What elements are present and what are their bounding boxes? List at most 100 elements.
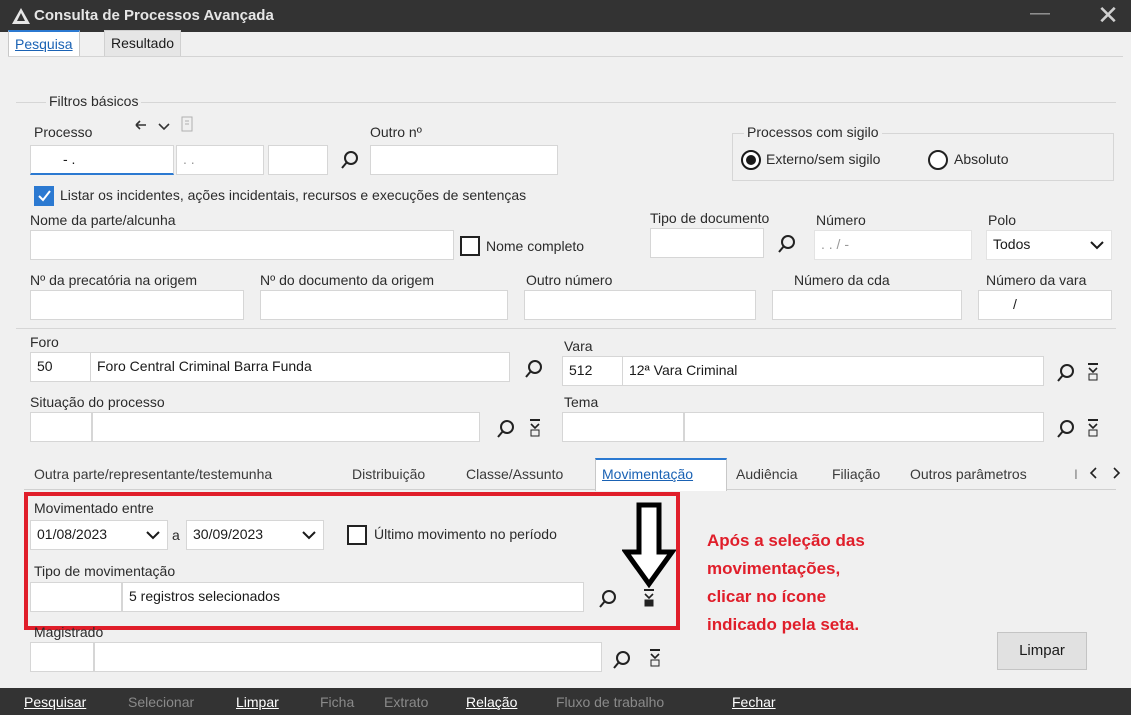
window-title: Consulta de Processos Avançada bbox=[34, 7, 274, 24]
situacao-name-input[interactable] bbox=[92, 412, 480, 442]
situacao-label: Situação do processo bbox=[30, 394, 165, 410]
listar-incidentes-label: Listar os incidentes, ações incidentais,… bbox=[60, 187, 527, 203]
outro-n-input[interactable] bbox=[370, 145, 558, 175]
minimize-icon[interactable]: — bbox=[1028, 3, 1052, 26]
numero-vara-value: / bbox=[1013, 296, 1017, 312]
menu-relacao[interactable]: Relação bbox=[466, 694, 517, 710]
listar-incidentes-checkbox[interactable] bbox=[34, 186, 54, 206]
radio-externo-label: Externo/sem sigilo bbox=[766, 151, 881, 167]
tema-code-input[interactable] bbox=[562, 412, 684, 442]
vara-code: 512 bbox=[569, 362, 593, 378]
search-icon[interactable] bbox=[777, 234, 797, 254]
undo-icon[interactable] bbox=[132, 118, 148, 134]
subtab-movimentacao[interactable]: Movimentação bbox=[602, 466, 693, 482]
menu-selecionar[interactable]: Selecionar bbox=[128, 694, 194, 710]
tema-name-input[interactable] bbox=[684, 412, 1044, 442]
radio-absoluto[interactable] bbox=[928, 150, 948, 170]
subtab-outra-parte[interactable]: Outra parte/representante/testemunha bbox=[34, 466, 272, 482]
search-icon[interactable] bbox=[524, 359, 544, 379]
numero-cda-label: Número da cda bbox=[794, 272, 890, 288]
numero-cda-input[interactable] bbox=[772, 290, 962, 320]
numero-input[interactable]: . . / - bbox=[814, 230, 972, 260]
menu-extrato[interactable]: Extrato bbox=[384, 694, 428, 710]
subtab-filiacao[interactable]: Filiação bbox=[832, 466, 880, 482]
vara-code-input[interactable]: 512 bbox=[562, 356, 624, 386]
foro-label: Foro bbox=[30, 334, 59, 350]
situacao-code-input[interactable] bbox=[30, 412, 92, 442]
polo-label: Polo bbox=[988, 212, 1017, 228]
close-icon[interactable]: ✕ bbox=[1094, 2, 1122, 30]
menu-ficha[interactable]: Ficha bbox=[320, 694, 354, 710]
clear-field-icon[interactable] bbox=[528, 418, 542, 438]
precatoria-input[interactable] bbox=[30, 290, 244, 320]
numero-value: . . / - bbox=[821, 236, 849, 252]
search-icon[interactable] bbox=[612, 650, 632, 670]
documento-origem-label: Nº do documento da origem bbox=[260, 272, 434, 288]
subtab-outros-parametros[interactable]: Outros parâmetros bbox=[910, 466, 1027, 482]
vara-name-input[interactable]: 12ª Vara Criminal bbox=[622, 356, 1044, 386]
outro-n-label: Outro nº bbox=[370, 124, 422, 140]
vara-label: Vara bbox=[564, 338, 593, 354]
processo-part2: . . bbox=[183, 151, 195, 167]
documento-origem-input[interactable] bbox=[260, 290, 508, 320]
radio-absoluto-label: Absoluto bbox=[954, 151, 1009, 167]
annotation-text: Após a seleção das movimentações, clicar… bbox=[707, 527, 967, 639]
menu-limpar[interactable]: Limpar bbox=[236, 694, 279, 710]
foro-code: 50 bbox=[37, 358, 53, 374]
magistrado-code-input[interactable] bbox=[30, 642, 94, 672]
search-icon[interactable] bbox=[1056, 363, 1076, 383]
chevron-down-icon bbox=[1090, 241, 1104, 250]
clear-field-icon[interactable] bbox=[1086, 418, 1100, 438]
magistrado-name-input[interactable] bbox=[94, 642, 602, 672]
foro-name-input[interactable]: Foro Central Criminal Barra Funda bbox=[90, 352, 510, 382]
outro-numero-label: Outro número bbox=[526, 272, 613, 288]
numero-vara-input[interactable]: / bbox=[978, 290, 1112, 320]
sigilo-label: Processos com sigilo bbox=[744, 124, 882, 140]
menu-fluxo[interactable]: Fluxo de trabalho bbox=[556, 694, 664, 710]
chevron-right-icon[interactable] bbox=[1110, 466, 1122, 480]
menu-fechar[interactable]: Fechar bbox=[732, 694, 776, 710]
radio-externo[interactable] bbox=[741, 150, 761, 170]
nome-parte-label: Nome da parte/alcunha bbox=[30, 212, 176, 228]
subtab-classe-assunto[interactable]: Classe/Assunto bbox=[466, 466, 563, 482]
tipo-documento-input[interactable] bbox=[650, 228, 764, 258]
numero-label: Número bbox=[816, 212, 866, 228]
nome-completo-label: Nome completo bbox=[486, 238, 585, 254]
search-icon[interactable] bbox=[340, 150, 360, 170]
polo-value: Todos bbox=[993, 236, 1031, 252]
processo-input-3[interactable] bbox=[268, 145, 328, 175]
chevron-down-icon[interactable] bbox=[156, 118, 172, 134]
app-logo-icon bbox=[12, 8, 30, 24]
foro-name: Foro Central Criminal Barra Funda bbox=[97, 358, 312, 374]
precatoria-label: Nº da precatória na origem bbox=[30, 272, 197, 288]
search-icon[interactable] bbox=[496, 419, 516, 439]
polo-select[interactable]: Todos bbox=[986, 230, 1112, 260]
search-icon[interactable] bbox=[1056, 419, 1076, 439]
annotation-line-3: clicar no ícone bbox=[707, 587, 827, 606]
outro-numero-input[interactable] bbox=[524, 290, 756, 320]
document-icon bbox=[181, 116, 193, 132]
check-icon bbox=[38, 190, 51, 202]
numero-vara-label: Número da vara bbox=[986, 272, 1087, 288]
clear-field-icon[interactable] bbox=[1086, 362, 1100, 382]
subtab-distribuicao[interactable]: Distribuição bbox=[352, 466, 425, 482]
subtab-audiencia[interactable]: Audiência bbox=[736, 466, 798, 482]
tab-pesquisa[interactable]: Pesquisa bbox=[8, 30, 80, 56]
chevron-left-icon[interactable] bbox=[1088, 466, 1100, 480]
nome-parte-input[interactable] bbox=[30, 230, 454, 260]
processo-input-2[interactable]: . . bbox=[176, 145, 264, 175]
foro-code-input[interactable]: 50 bbox=[30, 352, 92, 382]
annotation-line-4: indicado pela seta. bbox=[707, 615, 860, 634]
processo-input[interactable]: - . bbox=[30, 145, 174, 175]
annotation-line-2: movimentações, bbox=[707, 559, 841, 578]
menu-pesquisar[interactable]: Pesquisar bbox=[24, 694, 86, 710]
annotation-line-1: Após a seleção das bbox=[707, 531, 865, 550]
tipo-documento-label: Tipo de documento bbox=[650, 210, 770, 226]
clear-field-icon[interactable] bbox=[648, 648, 662, 668]
processo-value: - . bbox=[63, 151, 76, 167]
highlight-box bbox=[24, 492, 680, 630]
limpar-button[interactable]: Limpar bbox=[997, 632, 1087, 670]
tab-resultado[interactable]: Resultado bbox=[104, 30, 182, 56]
subtab-overflow[interactable]: I bbox=[1074, 466, 1078, 482]
nome-completo-checkbox[interactable] bbox=[460, 236, 480, 256]
